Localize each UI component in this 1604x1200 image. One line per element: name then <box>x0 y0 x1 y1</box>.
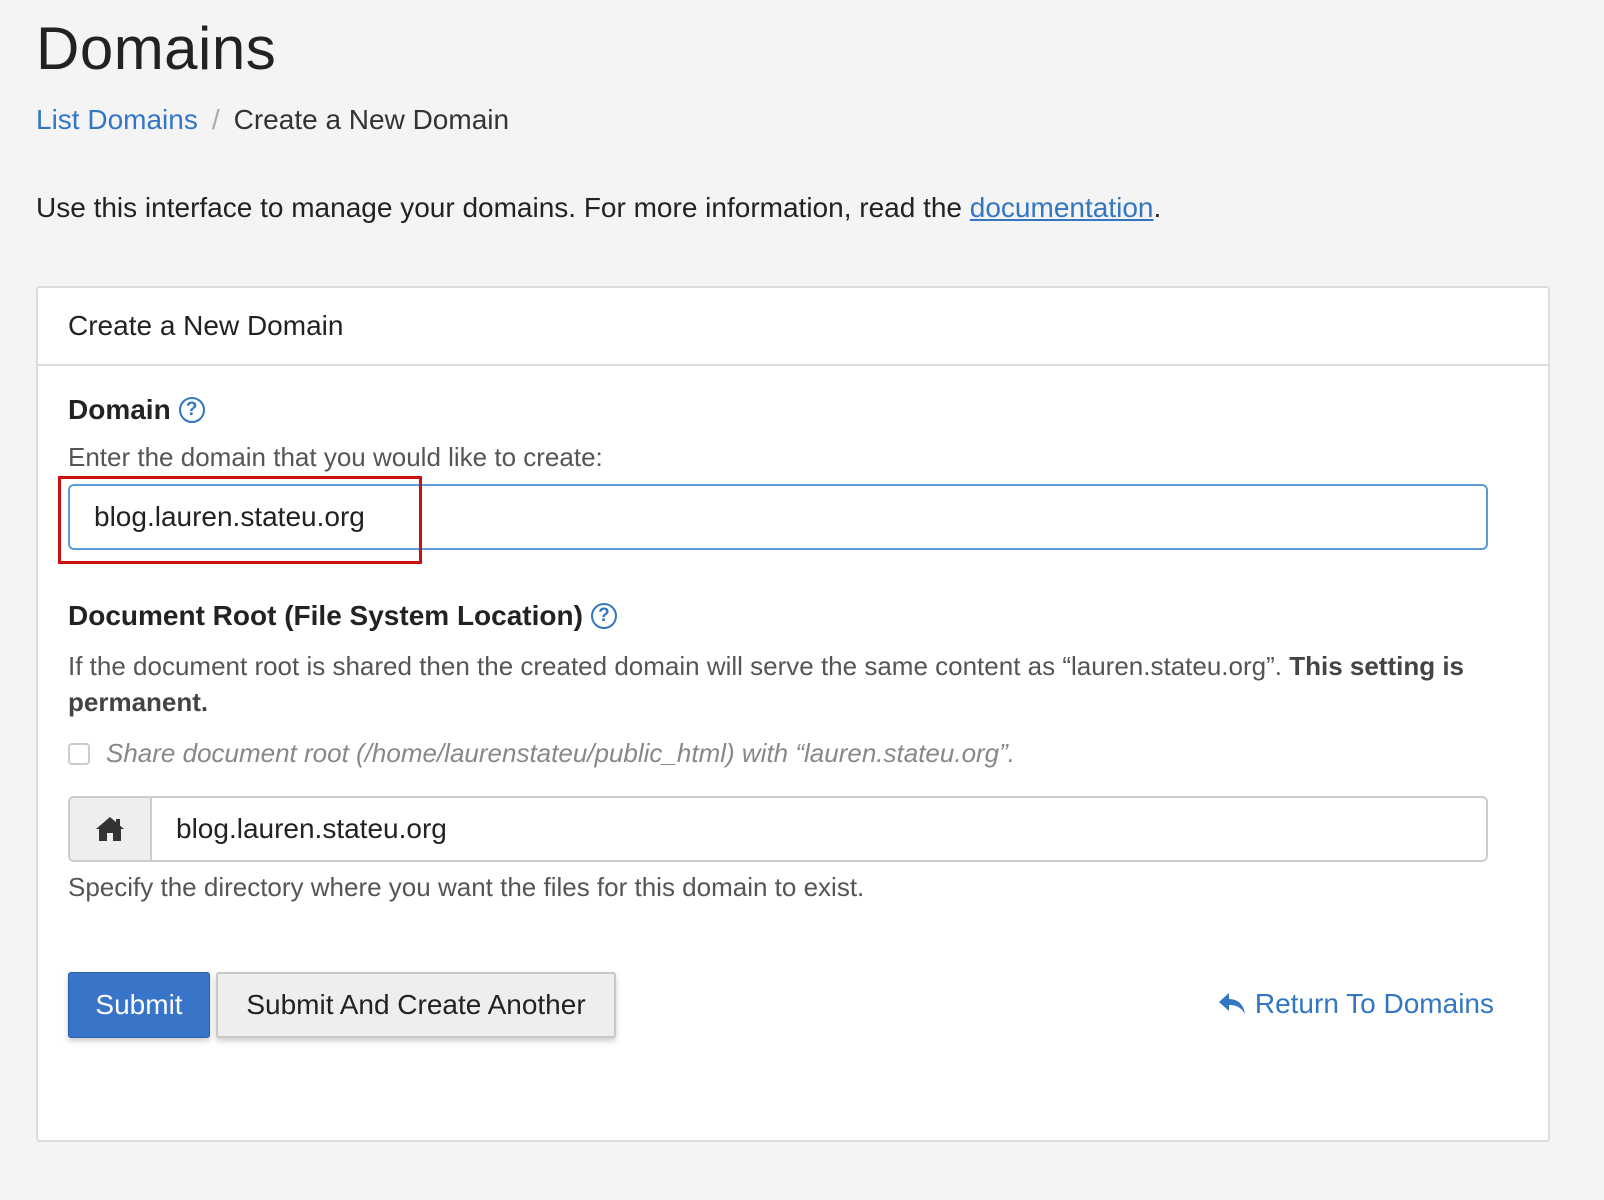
home-icon-addon <box>70 798 152 860</box>
home-icon <box>96 817 124 841</box>
domain-help-text: Enter the domain that you would like to … <box>68 442 603 472</box>
page: Domains List Domains / Create a New Doma… <box>0 0 1604 1200</box>
domain-input[interactable] <box>68 484 1488 550</box>
return-to-domains-link[interactable]: Return To Domains <box>1217 988 1494 1020</box>
intro-suffix: . <box>1153 192 1162 223</box>
document-root-input-group <box>68 796 1488 862</box>
breadcrumb-list-domains-link[interactable]: List Domains <box>36 104 198 136</box>
breadcrumb-current: Create a New Domain <box>233 104 510 135</box>
document-root-input[interactable] <box>152 798 1486 860</box>
breadcrumb-separator: / <box>211 104 220 135</box>
page-title: Domains <box>36 15 277 82</box>
domain-help-icon[interactable]: ? <box>178 397 205 423</box>
document-root-help-icon[interactable]: ? <box>590 603 617 629</box>
intro-text-body: Use this interface to manage your domain… <box>36 192 970 223</box>
return-to-domains-label: Return To Domains <box>1254 988 1494 1019</box>
share-document-root-row: Share document root (/home/laurenstateu/… <box>68 738 1015 769</box>
submit-button[interactable]: Submit <box>68 972 210 1038</box>
document-root-description: If the document root is shared then the … <box>68 648 1498 720</box>
panel-heading: Create a New Domain <box>38 288 1548 366</box>
document-root-label: Document Root (File System Location) ? <box>68 600 617 632</box>
share-document-root-checkbox[interactable] <box>68 742 90 765</box>
document-root-hint: Specify the directory where you want the… <box>68 872 865 902</box>
intro-text: Use this interface to manage your domain… <box>36 192 1161 224</box>
share-document-root-label: Share document root (/home/laurenstateu/… <box>106 738 1016 768</box>
reply-arrow-icon <box>1218 993 1245 1014</box>
create-domain-panel: Create a New Domain Domain ? Enter the d… <box>36 286 1550 1142</box>
domain-label-text: Domain <box>68 394 171 425</box>
domain-label: Domain ? <box>68 394 205 426</box>
document-root-description-text: If the document root is shared then the … <box>68 651 1290 681</box>
document-root-label-text: Document Root (File System Location) <box>68 600 583 631</box>
documentation-link[interactable]: documentation <box>970 192 1154 223</box>
submit-and-create-another-button[interactable]: Submit And Create Another <box>216 972 616 1038</box>
breadcrumb: List Domains / Create a New Domain <box>36 104 509 136</box>
